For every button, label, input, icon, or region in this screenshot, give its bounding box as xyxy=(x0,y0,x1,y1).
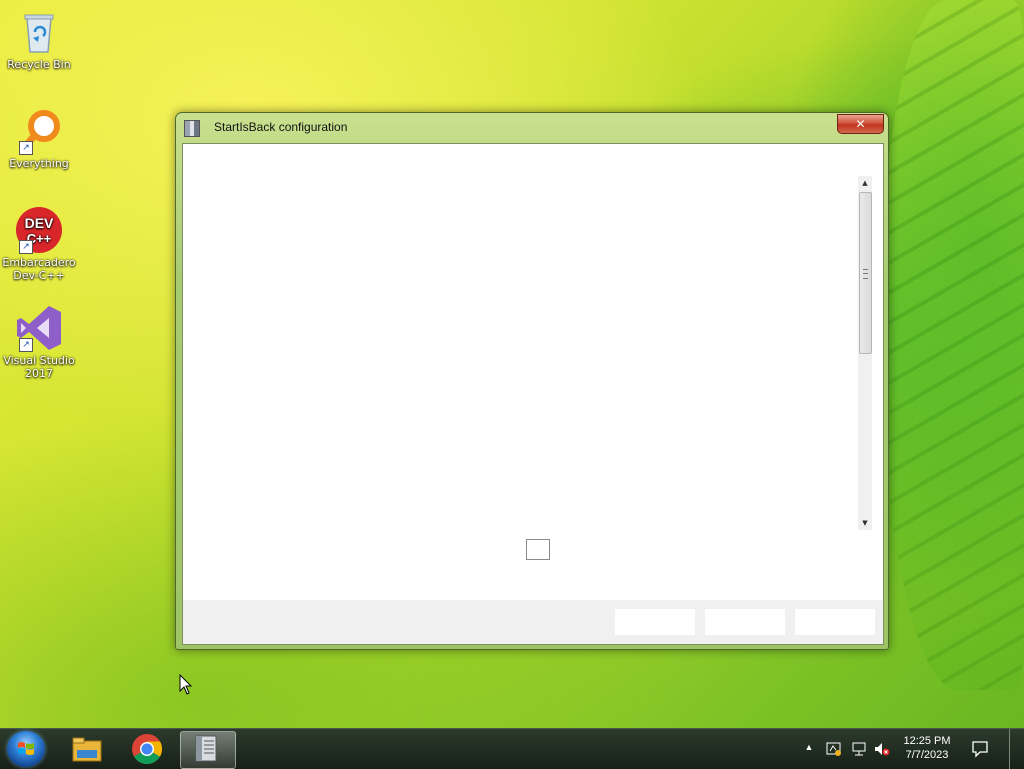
desktop-icon-label-line2: Dev-C++ xyxy=(13,269,65,282)
checkbox[interactable] xyxy=(526,539,550,560)
app-window-icon xyxy=(184,120,200,137)
desktop-icon-everything[interactable]: ↗ Everything xyxy=(0,107,78,170)
close-button[interactable]: ✕ xyxy=(837,114,884,134)
taskbar-startisback-config[interactable] xyxy=(180,731,236,769)
start-button[interactable] xyxy=(7,731,45,767)
windows-flag-icon xyxy=(18,742,34,755)
desktop-icon-visual-studio[interactable]: ↗ Visual Studio 2017 xyxy=(0,304,78,380)
vertical-scrollbar[interactable]: ▲ ▼ xyxy=(858,176,872,530)
wallpaper-leaf xyxy=(880,0,1024,690)
scroll-down-arrow-icon[interactable]: ▼ xyxy=(858,516,872,530)
network-icon[interactable] xyxy=(851,741,867,757)
taskbar-file-explorer[interactable] xyxy=(60,731,114,767)
dev-cpp-logo-text: DEV xyxy=(25,215,54,231)
desktop-icon-label-line2: 2017 xyxy=(25,367,53,380)
startisback-config-window[interactable]: StartIsBack configuration ✕ ▲ ▼ xyxy=(175,112,889,650)
dev-cpp-icon: DEV C++ ↗ xyxy=(15,206,63,254)
desktop-icon-dev-cpp[interactable]: DEV C++ ↗ Embarcadero Dev-C++ xyxy=(0,206,78,282)
volume-muted-icon[interactable] xyxy=(874,741,890,757)
shortcut-arrow-icon: ↗ xyxy=(19,338,33,352)
scroll-thumb[interactable] xyxy=(859,192,872,354)
footer-button-1[interactable] xyxy=(615,609,695,635)
show-desktop-button[interactable] xyxy=(1009,729,1022,769)
grip-icon xyxy=(863,269,868,279)
clock[interactable]: 12:25 PM 7/7/2023 xyxy=(898,734,956,762)
taskbar: ▲ 12:25 PM 7/7/2023 xyxy=(0,728,1024,769)
desktop-icon-label: Recycle Bin xyxy=(7,58,71,71)
footer-button-2[interactable] xyxy=(705,609,785,635)
notifications-icon[interactable] xyxy=(971,740,989,758)
window-client-area: ▲ ▼ xyxy=(182,143,884,645)
desktop-icon-recycle-bin[interactable]: Recycle Bin xyxy=(0,8,78,71)
desktop-icon-label: Embarcadero xyxy=(2,256,76,269)
startisback-config-icon xyxy=(195,735,217,762)
dialog-footer xyxy=(183,600,883,644)
window-title: StartIsBack configuration xyxy=(214,120,348,134)
mouse-cursor-icon xyxy=(179,674,193,695)
shortcut-arrow-icon: ↗ xyxy=(19,240,33,254)
everything-search-icon: ↗ xyxy=(15,107,63,155)
visual-studio-icon: ↗ xyxy=(15,304,63,352)
clock-time: 12:25 PM xyxy=(903,735,951,747)
recycle-bin-icon xyxy=(15,8,63,56)
scroll-up-arrow-icon[interactable]: ▲ xyxy=(858,176,872,190)
desktop-icon-label: Everything xyxy=(9,157,69,170)
desktop-icon-label: Visual Studio xyxy=(3,354,75,367)
shortcut-arrow-icon: ↗ xyxy=(19,141,33,155)
show-hidden-icons-button[interactable]: ▲ xyxy=(803,740,815,754)
action-center-flag-icon[interactable] xyxy=(826,741,842,757)
footer-button-3[interactable] xyxy=(795,609,875,635)
taskbar-chrome[interactable] xyxy=(120,731,174,767)
file-explorer-icon xyxy=(72,737,102,762)
chrome-icon xyxy=(132,734,163,765)
clock-date: 7/7/2023 xyxy=(905,749,949,761)
